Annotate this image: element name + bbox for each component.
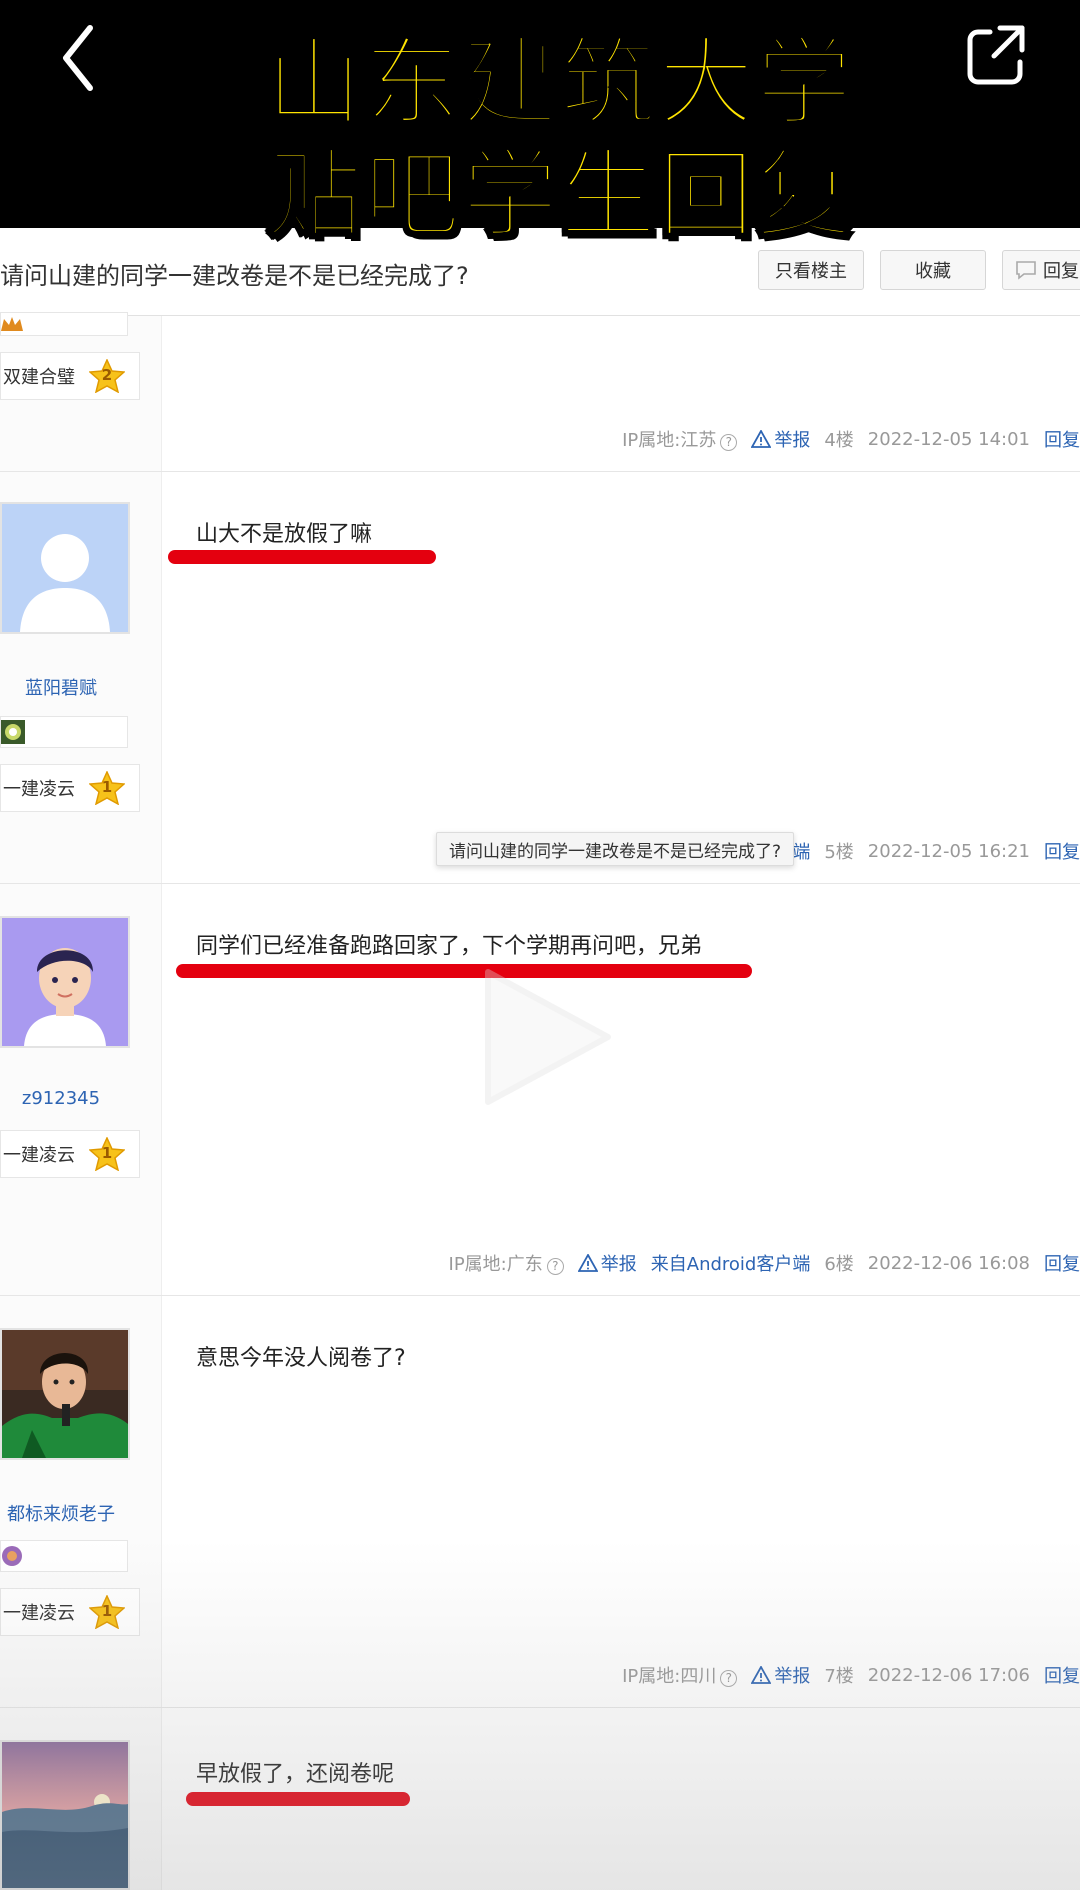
floor-number: 7楼 bbox=[824, 1666, 854, 1687]
post-time: 2022-12-05 14:01 bbox=[867, 428, 1030, 450]
avatar[interactable] bbox=[0, 1740, 130, 1890]
default-avatar-icon bbox=[2, 504, 128, 632]
post-meta: IP属地:广东? 举报 来自Android客户端 6楼 2022-12-06 1… bbox=[449, 1250, 1080, 1276]
report-link[interactable]: 举报 bbox=[751, 1662, 810, 1688]
sunset-avatar-icon bbox=[2, 1742, 128, 1888]
level-box: 双建合璧 2 bbox=[0, 352, 140, 400]
badge-icon bbox=[1, 317, 23, 331]
level-name: 双建合璧 bbox=[3, 367, 75, 388]
play-icon[interactable] bbox=[468, 962, 618, 1112]
username[interactable]: 蓝阳碧赋 bbox=[0, 674, 122, 700]
avatar[interactable] bbox=[0, 502, 130, 634]
post-meta: IP属地:四川? 举报 7楼 2022-12-06 17:06 回复 bbox=[622, 1662, 1080, 1688]
ip-location: IP属地:四川? bbox=[622, 1662, 738, 1688]
post-time: 2022-12-06 16:08 bbox=[867, 1252, 1030, 1274]
report-link[interactable]: 举报 bbox=[751, 426, 810, 452]
report-link[interactable]: 举报 bbox=[577, 1250, 637, 1276]
level-box: 一建凌云 1 bbox=[0, 1588, 140, 1636]
floor-4: 双建合璧 2 IP属地:江苏? 举报 4楼 2022-12-05 14:01 回… bbox=[0, 312, 1080, 472]
title-tooltip: 请问山建的同学一建改卷是不是已经完成了? bbox=[436, 832, 795, 866]
thread-title: 请问山建的同学一建改卷是不是已经完成了? bbox=[0, 262, 469, 290]
comment-icon bbox=[1016, 261, 1036, 280]
post-time: 2022-12-05 16:21 bbox=[867, 840, 1030, 862]
user-panel: 蓝阳碧赋 一建凌云 1 bbox=[0, 472, 162, 883]
level-star-icon: 1 bbox=[88, 1594, 126, 1630]
user-panel: 双建合璧 2 bbox=[0, 312, 162, 471]
avatar[interactable] bbox=[0, 916, 130, 1048]
user-panel: 都标来烦老子 一建凌云 1 bbox=[0, 1296, 162, 1707]
ip-location: IP属地:广东? bbox=[449, 1250, 564, 1276]
floor-7: 都标来烦老子 一建凌云 1 意思今年没人阅卷了? IP属地:四川? 举报 7楼 … bbox=[0, 1296, 1080, 1708]
overlay-title-line2: 贴吧学生回复 bbox=[265, 139, 854, 252]
level-name: 一建凌云 bbox=[3, 1145, 75, 1166]
ip-location: IP属地:江苏? bbox=[622, 426, 738, 452]
post-meta: 户端 5楼 2022-12-05 16:21 回复 bbox=[774, 838, 1080, 864]
level-name: 一建凌云 bbox=[3, 1603, 75, 1624]
post-content: 意思今年没人阅卷了? bbox=[196, 1346, 406, 1371]
user-panel bbox=[0, 1708, 162, 1890]
level-name: 一建凌云 bbox=[3, 779, 75, 800]
floor-number: 6楼 bbox=[824, 1254, 854, 1275]
post-content: 同学们已经准备跑路回家了，下个学期再问吧，兄弟 bbox=[196, 934, 703, 959]
level-number: 2 bbox=[101, 366, 113, 384]
badge-box bbox=[0, 312, 128, 336]
red-underline bbox=[168, 550, 436, 564]
level-star-icon: 1 bbox=[88, 770, 126, 806]
reply-button[interactable]: 回复 bbox=[1002, 250, 1080, 290]
report-warning-icon bbox=[751, 1666, 772, 1684]
level-star-icon: 2 bbox=[88, 358, 126, 394]
username[interactable]: 都标来烦老子 bbox=[0, 1500, 122, 1526]
reply-button-label: 回复 bbox=[1043, 261, 1079, 282]
level-number: 1 bbox=[101, 778, 113, 796]
username[interactable]: z912345 bbox=[0, 1088, 122, 1109]
report-warning-icon bbox=[751, 430, 772, 448]
question-icon: ? bbox=[546, 1257, 564, 1275]
back-button[interactable] bbox=[52, 18, 142, 108]
question-icon: ? bbox=[720, 1669, 738, 1687]
badge-icon bbox=[1, 720, 25, 744]
only-op-button[interactable]: 只看楼主 bbox=[758, 250, 864, 290]
level-box: 一建凌云 1 bbox=[0, 764, 140, 812]
post-time: 2022-12-06 17:06 bbox=[867, 1664, 1030, 1686]
post-content: 山大不是放假了嘛 bbox=[196, 522, 373, 547]
level-number: 1 bbox=[101, 1602, 113, 1620]
share-button[interactable] bbox=[960, 18, 1032, 90]
share-icon bbox=[967, 25, 1025, 85]
floor-number: 4楼 bbox=[824, 430, 854, 451]
reply-link[interactable]: 回复 bbox=[1044, 838, 1080, 864]
avatar[interactable] bbox=[0, 1328, 130, 1460]
question-icon: ? bbox=[720, 433, 738, 451]
reply-link[interactable]: 回复 bbox=[1044, 426, 1080, 452]
level-number: 1 bbox=[101, 1144, 113, 1162]
favorite-button[interactable]: 收藏 bbox=[880, 250, 986, 290]
post-meta: IP属地:江苏? 举报 4楼 2022-12-05 14:01 回复 bbox=[622, 426, 1080, 452]
cartoon-avatar-icon bbox=[2, 918, 128, 1046]
red-underline bbox=[176, 964, 752, 978]
floor-8: 早放假了，还阅卷呢 bbox=[0, 1708, 1080, 1890]
overlay-title-line1: 山东建筑大学 bbox=[265, 27, 854, 140]
photo-avatar-icon bbox=[2, 1330, 128, 1458]
level-star-icon: 1 bbox=[88, 1136, 126, 1172]
level-box: 一建凌云 1 bbox=[0, 1130, 140, 1178]
client-source: 来自Android客户端 bbox=[650, 1254, 811, 1275]
post-content: 早放假了，还阅卷呢 bbox=[196, 1762, 395, 1787]
user-panel: z912345 一建凌云 1 bbox=[0, 884, 162, 1295]
floor-number: 5楼 bbox=[824, 842, 854, 863]
reply-link[interactable]: 回复 bbox=[1044, 1662, 1080, 1688]
badge-icon bbox=[2, 1546, 22, 1566]
back-arrow-icon bbox=[63, 25, 93, 91]
badge-box bbox=[0, 716, 128, 748]
report-warning-icon bbox=[577, 1254, 598, 1272]
reply-link[interactable]: 回复 bbox=[1044, 1250, 1080, 1276]
red-underline bbox=[186, 1792, 410, 1806]
badge-box bbox=[0, 1540, 128, 1572]
floor-5: 蓝阳碧赋 一建凌云 1 山大不是放假了嘛 户端 5楼 2022-12-05 16… bbox=[0, 472, 1080, 884]
